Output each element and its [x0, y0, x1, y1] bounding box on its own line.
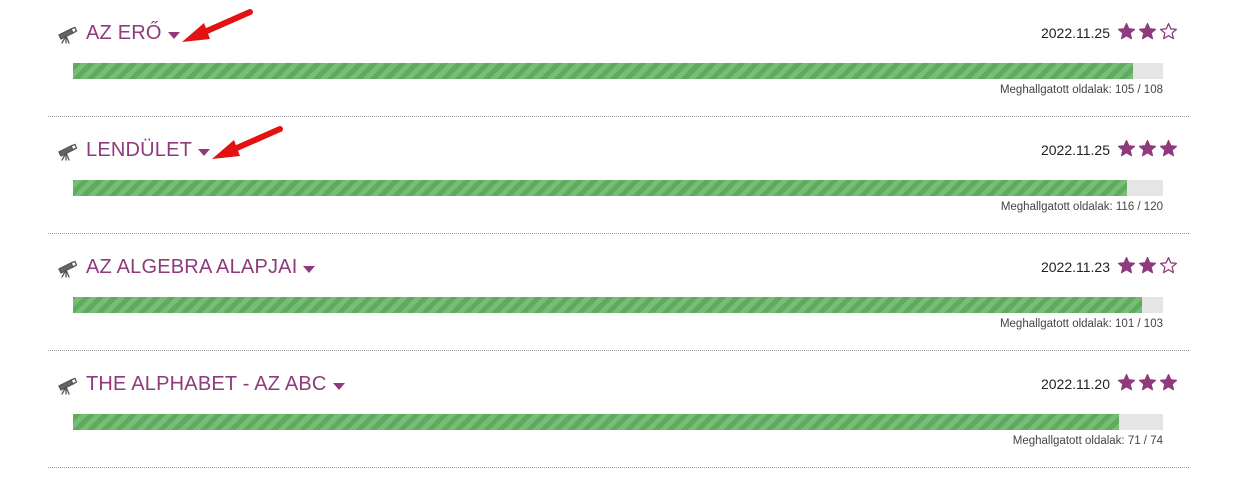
rating-stars	[1117, 139, 1178, 158]
star-filled-icon	[1138, 139, 1157, 157]
book-progress-list: AZ ERŐ 2022.11.25 Meghallgatott oldalak:…	[0, 0, 1252, 485]
pages-heard-label: Meghallgatott oldalak: 71 / 74	[1012, 435, 1163, 447]
star-filled-icon	[1117, 139, 1136, 157]
progress-bar	[73, 297, 1163, 313]
book-title: LENDÜLET	[86, 139, 193, 161]
telescope-icon	[56, 143, 78, 161]
star-empty-icon	[1159, 22, 1178, 40]
telescope-icon	[56, 260, 78, 278]
book-title-dropdown[interactable]: LENDÜLET	[86, 139, 211, 162]
progress-bar-fill	[73, 414, 1119, 430]
progress-bar	[73, 180, 1163, 196]
book-title-dropdown[interactable]: THE ALPHABET - AZ ABC	[86, 373, 345, 396]
pages-heard-label: Meghallgatott oldalak: 116 / 120	[1000, 201, 1163, 213]
book-title: AZ ERŐ	[86, 22, 162, 44]
star-filled-icon	[1138, 373, 1157, 391]
telescope-icon	[56, 377, 78, 395]
listen-date: 2022.11.25	[1040, 25, 1110, 41]
progress-bar-fill	[73, 180, 1127, 196]
book-title-dropdown[interactable]: AZ ERŐ	[86, 22, 180, 45]
progress-bar	[73, 414, 1163, 430]
rating-stars	[1117, 256, 1178, 275]
telescope-icon	[56, 26, 78, 44]
annotation-arrow-icon	[182, 9, 253, 42]
pages-heard-label: Meghallgatott oldalak: 105 / 108	[999, 84, 1163, 96]
progress-bar	[73, 63, 1163, 79]
rating-stars	[1117, 373, 1178, 392]
rating-stars	[1117, 22, 1178, 41]
listen-date: 2022.11.20	[1040, 376, 1110, 392]
star-filled-icon	[1138, 22, 1157, 40]
star-filled-icon	[1159, 373, 1178, 391]
pages-heard-label: Meghallgatott oldalak: 101 / 103	[999, 318, 1163, 330]
list-item: THE ALPHABET - AZ ABC 2022.11.20 Meghall…	[48, 351, 1189, 468]
star-filled-icon	[1117, 373, 1136, 391]
book-title: AZ ALGEBRA ALAPJAI	[86, 256, 298, 278]
listen-date: 2022.11.23	[1040, 259, 1110, 275]
star-filled-icon	[1138, 256, 1157, 274]
star-filled-icon	[1117, 256, 1136, 274]
book-title-dropdown[interactable]: AZ ALGEBRA ALAPJAI	[86, 256, 316, 279]
star-filled-icon	[1159, 139, 1178, 157]
progress-bar-fill	[73, 63, 1133, 79]
listen-date: 2022.11.25	[1040, 142, 1110, 158]
progress-bar-fill	[73, 297, 1142, 313]
caret-down-icon	[332, 382, 345, 390]
star-filled-icon	[1117, 22, 1136, 40]
star-empty-icon	[1159, 256, 1178, 274]
list-item: AZ ALGEBRA ALAPJAI 2022.11.23 Meghallgat…	[48, 234, 1189, 351]
annotation-arrow-icon	[212, 126, 283, 159]
book-title: THE ALPHABET - AZ ABC	[86, 373, 327, 395]
caret-down-icon	[303, 265, 316, 273]
